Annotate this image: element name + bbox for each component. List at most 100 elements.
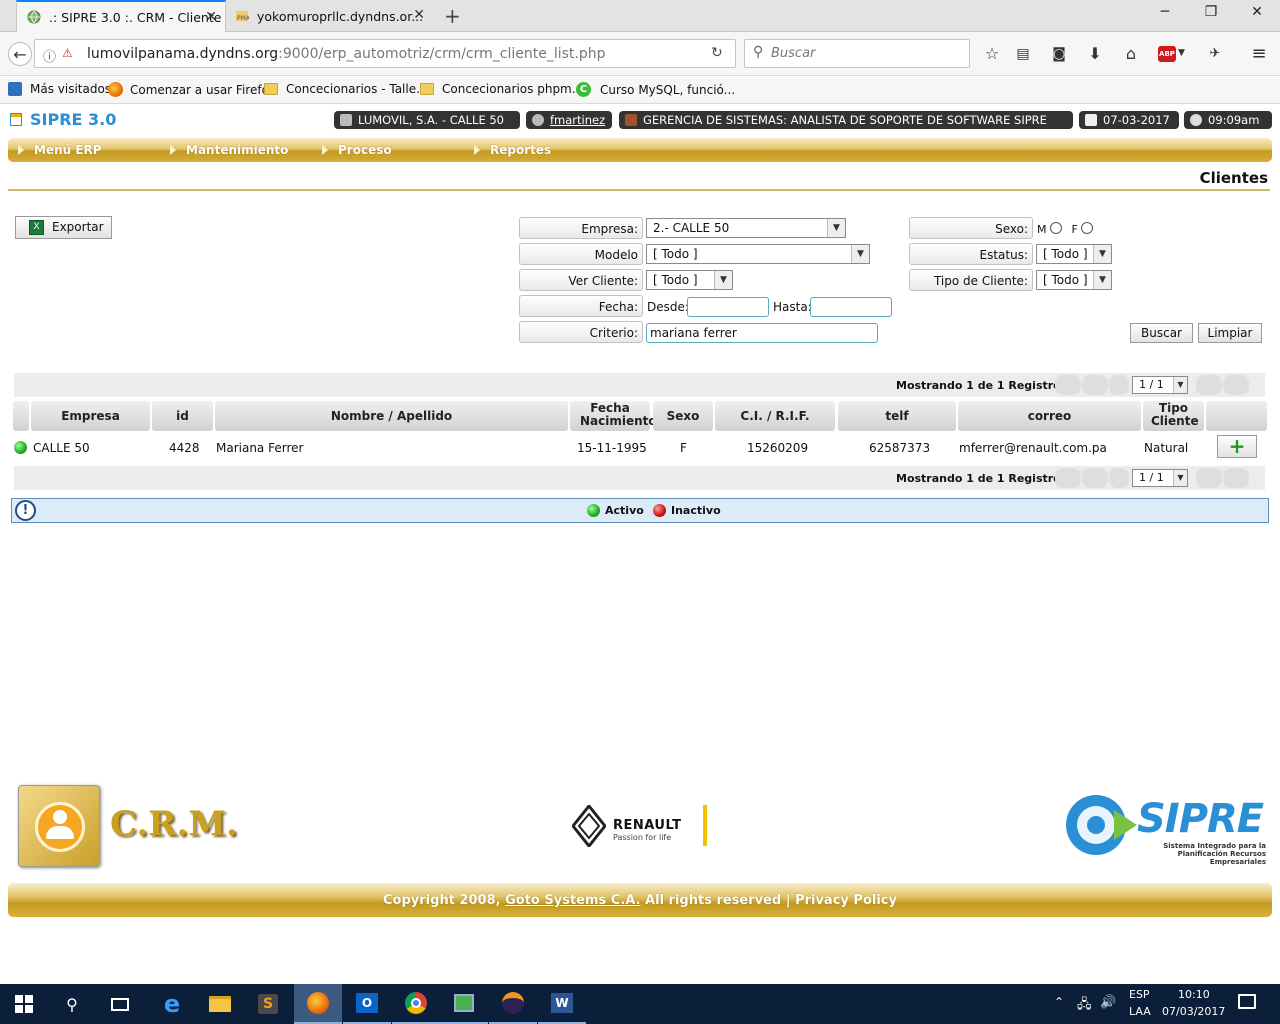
sublime-text-icon[interactable]: S	[244, 984, 292, 1024]
extension-icon[interactable]: ✈	[1203, 42, 1227, 66]
file-explorer-icon[interactable]	[196, 984, 244, 1024]
copyright-rights: All rights reserved	[645, 893, 782, 908]
tab-yokomuro[interactable]: PMA yokomuroprllc.dyndns.or... ✕	[227, 0, 433, 32]
bookmark-comenzar-firefox[interactable]: Comenzar a usar Firefox	[108, 82, 276, 97]
bookmark-concecionarios-talle[interactable]: Concecionarios - Talle...	[264, 82, 428, 96]
insecure-lock-icon[interactable]: ⚠	[62, 46, 73, 60]
task-view-icon[interactable]	[96, 984, 144, 1024]
prev-page-button[interactable]	[1082, 375, 1108, 395]
pocket-icon[interactable]: ◙	[1047, 42, 1071, 66]
info-icon[interactable]: ⓘ	[43, 46, 56, 65]
column-telf[interactable]: telf	[838, 401, 956, 431]
menu-mantenimiento[interactable]: Mantenimiento	[170, 143, 288, 157]
green-dot-icon	[587, 504, 600, 517]
new-tab-icon[interactable]: +	[444, 4, 461, 28]
reading-list-icon[interactable]: ▤	[1011, 42, 1035, 66]
cortana-search-icon[interactable]: ⚲	[48, 984, 96, 1024]
hasta-label: Hasta:	[773, 300, 812, 314]
adblock-icon[interactable]: ABP	[1158, 46, 1176, 62]
reload-icon[interactable]: ↻	[711, 45, 723, 61]
word-icon[interactable]: W	[538, 984, 586, 1024]
bookmark-star-icon[interactable]: ☆	[980, 42, 1004, 66]
window-close-icon[interactable]: ✕	[1244, 4, 1270, 26]
chevron-down-icon: ▼	[1173, 470, 1187, 486]
estatus-select[interactable]: [ Todo ] ▼	[1036, 244, 1112, 264]
chevron-down-icon: ▼	[714, 271, 732, 289]
tipo-cliente-select[interactable]: [ Todo ] ▼	[1036, 270, 1112, 290]
pager-top: Mostrando 1 de 1 Registros 1 / 1 ▼	[14, 373, 1265, 397]
column-tipo-cliente[interactable]: Tipo Cliente	[1143, 401, 1204, 431]
network-app-icon[interactable]	[440, 984, 488, 1024]
sexo-f-radio[interactable]	[1081, 222, 1094, 234]
first-page-button[interactable]	[1055, 468, 1081, 488]
input-language[interactable]: ESP	[1129, 988, 1150, 1001]
clock-date[interactable]: 07/03/2017	[1162, 1005, 1225, 1018]
back-arrow-icon[interactable]: ←	[8, 42, 32, 66]
legend-inactivo: Inactivo	[671, 504, 721, 517]
column-fecha-nacimiento[interactable]: Fecha Nacimiento	[570, 401, 657, 431]
hamburger-menu-icon[interactable]: ≡	[1247, 42, 1271, 66]
column-nombre[interactable]: Nombre / Apellido	[215, 401, 568, 431]
ver-cliente-select[interactable]: [ Todo ] ▼	[646, 270, 733, 290]
page-select[interactable]: 1 / 1 ▼	[1132, 469, 1188, 487]
cell-correo: mferrer@renault.com.pa	[959, 441, 1107, 455]
first-page-button[interactable]	[1055, 375, 1081, 395]
next-page-button[interactable]	[1196, 468, 1222, 488]
empresa-select[interactable]: 2.- CALLE 50 ▼	[646, 218, 846, 238]
buscar-button[interactable]: Buscar	[1130, 323, 1193, 343]
show-hidden-icons-chevron-icon[interactable]: ⌃	[1054, 995, 1064, 1009]
download-icon[interactable]: ⬇	[1083, 42, 1107, 66]
home-icon[interactable]: ⌂	[1119, 42, 1143, 66]
search-input[interactable]: ⚲ Buscar	[744, 39, 970, 68]
column-empresa[interactable]: Empresa	[31, 401, 150, 431]
restore-icon[interactable]: ❐	[1198, 4, 1224, 26]
column-correo[interactable]: correo	[958, 401, 1141, 431]
eclipse-icon[interactable]	[489, 984, 537, 1024]
chrome-icon[interactable]	[392, 984, 440, 1024]
tab-sipre-crm[interactable]: .: SIPRE 3.0 :. CRM - Cliente ✕	[16, 0, 226, 32]
column-sexo[interactable]: Sexo	[653, 401, 713, 431]
windows-start-icon[interactable]	[0, 984, 48, 1024]
svg-text:PMA: PMA	[237, 15, 249, 22]
column-id[interactable]: id	[152, 401, 213, 431]
prev-page-button[interactable]	[1082, 468, 1108, 488]
limpiar-button[interactable]: Limpiar	[1198, 323, 1262, 343]
url-bar[interactable]: ⓘ ⚠ lumovilpanama.dyndns.org:9000/erp_au…	[34, 39, 736, 68]
action-center-icon[interactable]	[1238, 994, 1256, 1009]
page-select[interactable]: 1 / 1 ▼	[1132, 376, 1188, 394]
close-tab-icon[interactable]: ✕	[413, 7, 425, 23]
next-page-button[interactable]	[1196, 375, 1222, 395]
goto-systems-link[interactable]: Goto Systems C.A.	[505, 893, 640, 908]
keyboard-layout[interactable]: LAA	[1129, 1005, 1151, 1018]
add-client-button[interactable]: +	[1217, 435, 1257, 458]
column-ci-rif[interactable]: C.I. / R.I.F.	[715, 401, 835, 431]
bookmark-concecionarios-phpm[interactable]: Concecionarios phpm...	[420, 82, 583, 96]
modelo-select[interactable]: [ Todo ] ▼	[646, 244, 870, 264]
edge-icon[interactable]: e	[148, 984, 196, 1024]
bookmark-curso-mysql[interactable]: C Curso MySQL, funció...	[576, 82, 735, 97]
close-tab-icon[interactable]: ✕	[205, 9, 217, 25]
criterio-input[interactable]: mariana ferrer	[646, 323, 878, 343]
minimize-icon[interactable]: ─	[1152, 4, 1178, 26]
bookmark-mas-visitados[interactable]: Más visitados	[8, 82, 111, 96]
adblock-dropdown-icon[interactable]: ▼	[1178, 48, 1185, 58]
volume-icon[interactable]: 🔊	[1100, 995, 1116, 1010]
criterio-label: Criterio:	[519, 321, 643, 343]
last-page-button[interactable]	[1223, 468, 1249, 488]
user-badge[interactable]: fmartinez	[526, 111, 612, 129]
menu-erp[interactable]: Menú ERP	[18, 143, 102, 157]
export-button[interactable]: X Exportar	[15, 216, 112, 239]
chevron-down-icon: ▼	[827, 219, 845, 237]
outlook-icon[interactable]: O	[343, 984, 391, 1024]
menu-reportes[interactable]: Reportes	[474, 143, 551, 157]
clock-time[interactable]: 10:10	[1178, 988, 1210, 1001]
desde-date-input[interactable]	[687, 297, 769, 317]
sexo-m-radio[interactable]	[1050, 222, 1062, 234]
firefox-taskbar-icon[interactable]	[294, 984, 342, 1024]
firefox-icon	[108, 82, 123, 97]
network-icon[interactable]: 🖧	[1077, 995, 1092, 1017]
last-page-button[interactable]	[1223, 375, 1249, 395]
menu-proceso[interactable]: Proceso	[322, 143, 392, 157]
privacy-policy-link[interactable]: Privacy Policy	[795, 893, 897, 908]
hasta-date-input[interactable]	[810, 297, 892, 317]
